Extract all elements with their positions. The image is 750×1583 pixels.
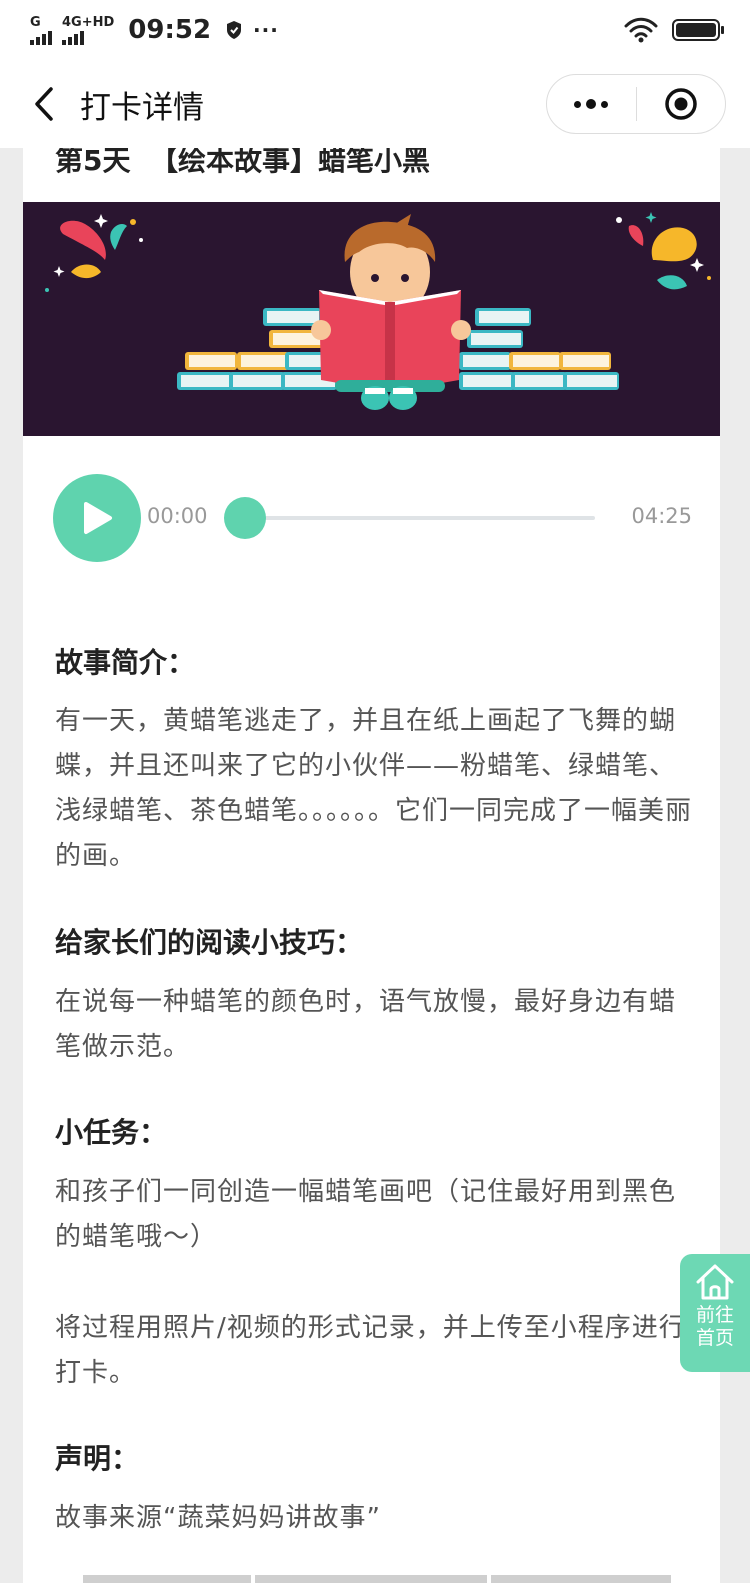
story-banner	[23, 202, 720, 436]
task-text-upload: 将过程用照片/视频的形式记录，并上传至小程序进行打卡。	[55, 1313, 686, 1388]
more-status-icon: ···	[253, 18, 279, 42]
task-heading: 小任务：	[55, 1116, 168, 1149]
target-circle-icon	[665, 88, 697, 120]
more-button[interactable]	[547, 75, 636, 133]
shield-icon	[227, 21, 242, 39]
bottom-tab-strip	[491, 1575, 671, 1583]
more-dots-icon	[574, 99, 609, 109]
go-home-label: 前往首页	[695, 1304, 734, 1349]
day-title: 第5天 【绘本故事】蜡笔小黑	[55, 148, 430, 177]
task-text: 和孩子们一同创造一幅蜡笔画吧（记住最好用到黑色的蜡笔哦～）	[55, 1177, 677, 1252]
mini-program-capsule	[546, 74, 726, 134]
progress-slider-handle[interactable]	[224, 497, 266, 539]
wifi-icon	[624, 17, 658, 43]
total-time: 04:25	[631, 504, 692, 528]
statement-text: 故事来源“蔬菜妈妈讲故事”	[55, 1503, 381, 1533]
audio-player: 00:00 04:25	[23, 474, 720, 564]
intro-text: 有一天，黄蜡笔逃走了，并且在纸上画起了飞舞的蝴蝶，并且还叫来了它的小伙伴——粉蜡…	[55, 706, 693, 871]
go-home-button[interactable]: 前往首页	[680, 1254, 750, 1372]
bottom-tab-strip	[255, 1575, 487, 1583]
child-reading-illustration	[23, 202, 720, 436]
back-button[interactable]	[14, 74, 74, 134]
progress-track[interactable]	[245, 516, 595, 520]
clock: 09:52	[128, 15, 212, 45]
status-bar: G 4G+HD 09:52 ···	[0, 0, 750, 60]
signal-indicator-2: 4G+HD	[62, 16, 114, 45]
statement-heading: 声明：	[55, 1442, 140, 1475]
checkin-detail-card: 第5天 【绘本故事】蜡笔小黑 00:00 04:25 故事简介： 有一天，黄蜡笔…	[23, 148, 720, 1583]
battery-icon	[672, 19, 724, 41]
intro-heading: 故事简介：	[55, 646, 196, 679]
play-icon	[84, 502, 112, 534]
home-icon	[696, 1264, 734, 1300]
play-button[interactable]	[53, 474, 141, 562]
page-title: 打卡详情	[80, 89, 204, 126]
tips-heading: 给家长们的阅读小技巧：	[55, 926, 364, 959]
current-time: 00:00	[147, 504, 208, 528]
bottom-tab-strip	[83, 1575, 251, 1583]
signal-indicator: G	[30, 16, 52, 45]
nav-bar: 打卡详情	[0, 60, 750, 148]
chevron-left-icon	[35, 87, 53, 121]
tips-text: 在说每一种蜡笔的颜色时，语气放慢，最好身边有蜡笔做示范。	[55, 987, 677, 1062]
close-mini-program-button[interactable]	[637, 75, 726, 133]
